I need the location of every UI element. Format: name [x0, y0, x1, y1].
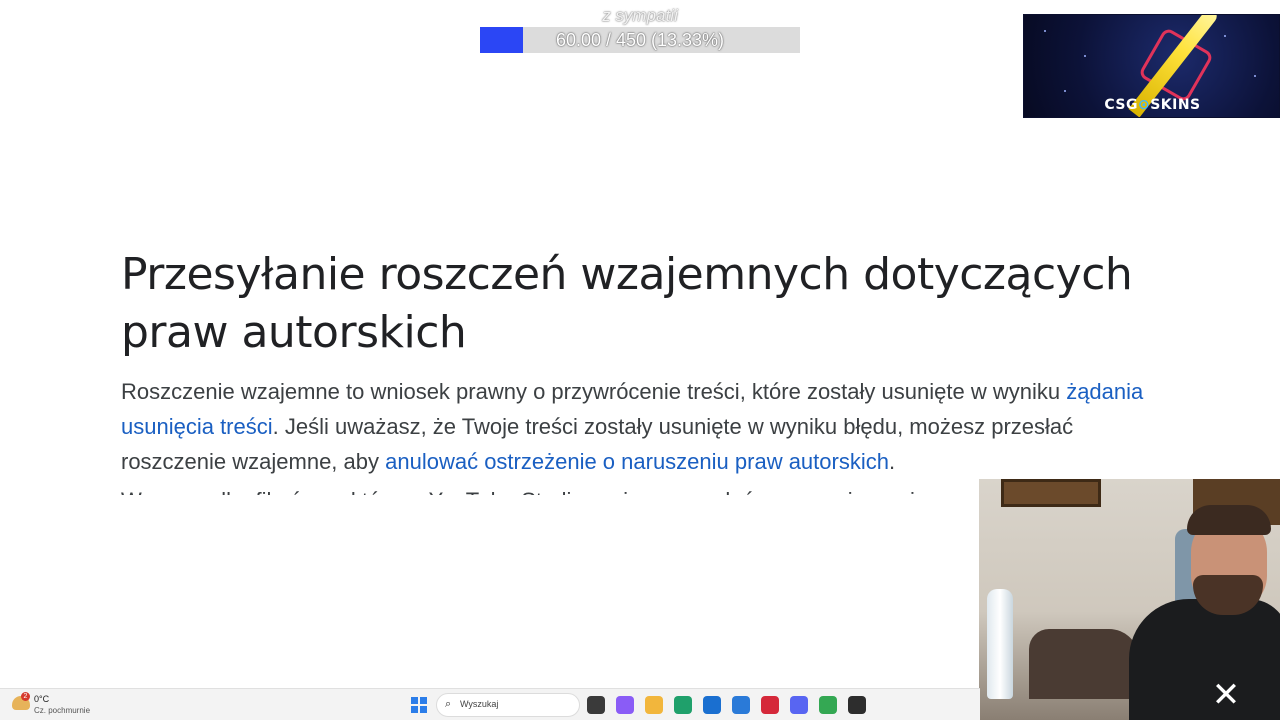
- outlook-icon[interactable]: [703, 696, 721, 714]
- file-explorer-icon[interactable]: [645, 696, 663, 714]
- donation-goal-widget: z sympatii 60.00 / 450 (13.33%): [480, 4, 800, 54]
- search-icon: ⌕: [445, 698, 452, 710]
- weather-badge: 2: [21, 692, 30, 701]
- chrome-icon[interactable]: [819, 696, 837, 714]
- weather-desc: Cz. pochmurnie: [34, 706, 91, 715]
- store-icon[interactable]: [732, 696, 750, 714]
- webcam-feed: ✕: [979, 479, 1280, 720]
- app-red-icon[interactable]: [761, 696, 779, 714]
- weather-widget[interactable]: 2 0°C Cz. pochmurnie: [8, 692, 128, 718]
- sponsor-banner: CSG⊙SKINS: [1023, 14, 1280, 118]
- page-title: Przesyłanie roszczeń wzajemnych dotycząc…: [121, 249, 1133, 358]
- article-paragraph: Roszczenie wzajemne to wniosek prawny o …: [121, 379, 1144, 474]
- search-placeholder: Wyszukaj: [460, 699, 499, 709]
- csgoskins-logo: CSG⊙SKINS: [1104, 97, 1201, 113]
- cancel-strike-link[interactable]: anulować ostrzeżenie o naruszeniu praw a…: [385, 449, 889, 474]
- task-view-icon[interactable]: [587, 696, 605, 714]
- discord-icon[interactable]: [790, 696, 808, 714]
- donation-label: z sympatii: [602, 6, 678, 25]
- copilot-icon[interactable]: [616, 696, 634, 714]
- donation-progress-bar: 60.00 / 450 (13.33%): [480, 27, 800, 53]
- taskbar-search[interactable]: ⌕ Wyszukaj: [436, 693, 580, 717]
- article: Przesyłanie roszczeń wzajemnych dotycząc…: [121, 246, 1181, 495]
- donation-progress-text: 60.00 / 450 (13.33%): [555, 30, 725, 50]
- start-button[interactable]: [411, 697, 427, 713]
- weather-temp: 0°C: [34, 694, 50, 704]
- shirt-logo-icon: ✕: [1211, 676, 1241, 714]
- app-dark-icon[interactable]: [848, 696, 866, 714]
- edge-icon[interactable]: [674, 696, 692, 714]
- taskbar: 2 0°C Cz. pochmurnie ⌕ Wyszukaj: [0, 688, 980, 720]
